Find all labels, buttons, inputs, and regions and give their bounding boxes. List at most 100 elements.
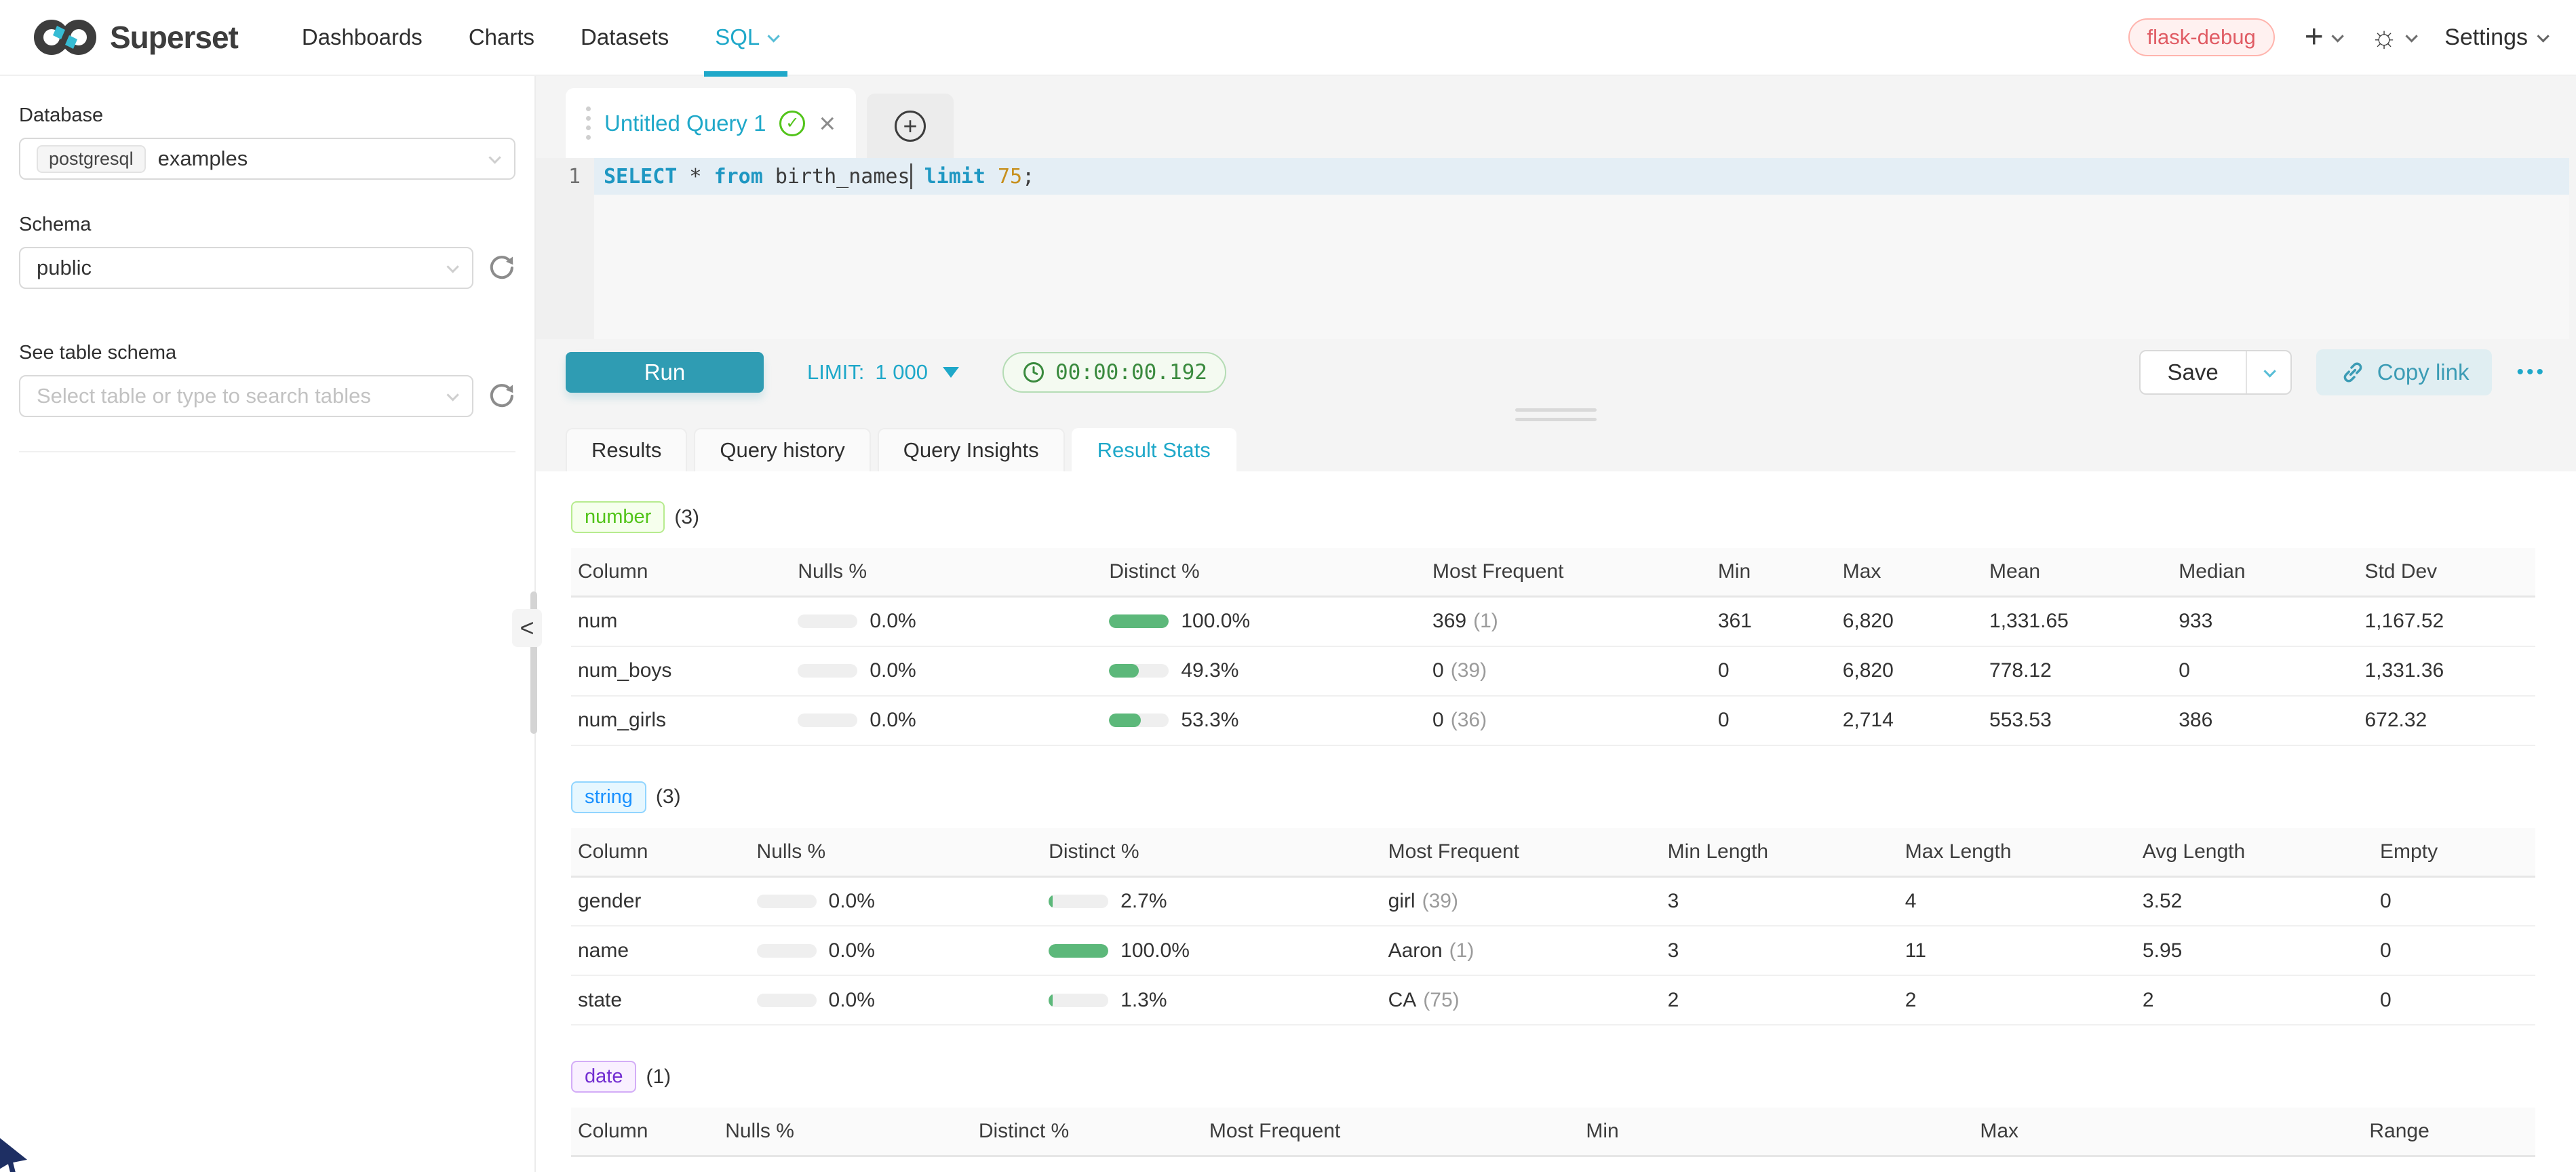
settings-menu[interactable]: Settings bbox=[2444, 24, 2546, 51]
refresh-icon bbox=[486, 381, 515, 411]
column-header-max: Max bbox=[1836, 548, 1983, 597]
chevron-down-icon bbox=[446, 389, 458, 401]
column-header-range: Range bbox=[2362, 1108, 2535, 1156]
tab-result-stats[interactable]: Result Stats bbox=[1072, 428, 1236, 471]
stat-cell: 2 bbox=[1661, 975, 1898, 1025]
run-query-button[interactable]: Run bbox=[566, 352, 764, 393]
collapse-sidebar-button[interactable]: < bbox=[512, 609, 542, 647]
panel-resize-handle[interactable] bbox=[1515, 408, 1597, 421]
chevron-down-icon bbox=[2331, 30, 2343, 42]
chevron-down-icon bbox=[768, 30, 780, 42]
percent-label: 53.3% bbox=[1181, 709, 1238, 732]
query-timer-badge: 00:00:00.192 bbox=[1002, 352, 1226, 393]
editor-gutter bbox=[536, 195, 594, 339]
stats-table-date: ColumnNulls %Distinct %Most FrequentMinM… bbox=[571, 1108, 2535, 1172]
percent-label: 1.3% bbox=[1120, 989, 1167, 1012]
sun-icon: ☼ bbox=[2370, 22, 2398, 52]
nav-item-charts[interactable]: Charts bbox=[446, 0, 558, 75]
percent-label: 0.0% bbox=[870, 709, 916, 732]
table-row: ds0.0%1.3%1965-01-01T00:00:00(75)1965-01… bbox=[571, 1156, 2535, 1172]
stat-cell: ds bbox=[571, 1156, 718, 1172]
sql-token bbox=[912, 165, 924, 189]
type-badge-date: date bbox=[571, 1061, 636, 1093]
sqllab-main-panel: Untitled Query 1 ✓ × + 1 SELECT * from b… bbox=[536, 76, 2576, 1172]
add-query-tab-button[interactable]: + bbox=[867, 94, 954, 158]
database-select[interactable]: postgresql examples bbox=[19, 138, 515, 180]
nav-item-dashboards[interactable]: Dashboards bbox=[279, 0, 446, 75]
copy-link-button[interactable]: Copy link bbox=[2316, 349, 2493, 395]
refresh-schemas-button[interactable] bbox=[486, 253, 515, 283]
column-header-distinct-: Distinct % bbox=[1042, 828, 1381, 877]
percent-label: 0.0% bbox=[797, 1169, 843, 1172]
stat-cell: 3 bbox=[1661, 926, 1898, 975]
stat-cell: 49.3% bbox=[1102, 646, 1426, 696]
stat-cell: state bbox=[571, 975, 750, 1025]
tab-query-insights[interactable]: Query Insights bbox=[878, 428, 1065, 471]
nav-item-datasets[interactable]: Datasets bbox=[558, 0, 692, 75]
percent-label: 0.0% bbox=[829, 890, 875, 913]
query-tab-title: Untitled Query 1 bbox=[604, 111, 766, 136]
sql-editor[interactable]: 1 SELECT * from birth_names limit 75; bbox=[536, 158, 2569, 339]
most-frequent-value: girl bbox=[1388, 890, 1416, 912]
most-frequent-count: (75) bbox=[1423, 989, 1459, 1011]
stat-cell: 778.12 bbox=[1983, 646, 2172, 696]
refresh-tables-button[interactable] bbox=[486, 381, 515, 411]
new-item-button[interactable]: + bbox=[2305, 21, 2341, 54]
query-tab[interactable]: Untitled Query 1 ✓ × bbox=[566, 88, 856, 158]
column-header-most-frequent: Most Frequent bbox=[1382, 828, 1661, 877]
drag-handle-icon[interactable] bbox=[586, 106, 591, 140]
tab-results[interactable]: Results bbox=[566, 428, 687, 471]
nav-item-label: Dashboards bbox=[302, 24, 423, 50]
stat-cell: 0 bbox=[1711, 646, 1836, 696]
sql-code-line[interactable]: SELECT * from birth_names limit 75; bbox=[594, 158, 2569, 195]
nav-item-sql[interactable]: SQL bbox=[692, 0, 800, 75]
more-actions-button[interactable]: ••• bbox=[2516, 361, 2546, 384]
save-options-button[interactable] bbox=[2246, 351, 2290, 393]
most-frequent-value: CA bbox=[1388, 989, 1417, 1011]
timer-value: 00:00:00.192 bbox=[1055, 360, 1207, 385]
stat-cell: 6,820 bbox=[1836, 646, 1983, 696]
stat-cell: CA (75) bbox=[1382, 975, 1661, 1025]
stat-cell: 1,331.36 bbox=[2358, 646, 2535, 696]
limit-dropdown[interactable]: LIMIT: 1 000 bbox=[807, 360, 959, 385]
column-count: (3) bbox=[656, 785, 681, 808]
stat-cell: num_boys bbox=[571, 646, 791, 696]
stat-cell: 0.0% bbox=[750, 975, 1042, 1025]
stat-cell: 5.95 bbox=[2136, 926, 2373, 975]
superset-logo-icon bbox=[30, 16, 100, 58]
percent-bar bbox=[1049, 895, 1108, 908]
save-button[interactable]: Save bbox=[2141, 351, 2246, 393]
schema-value: public bbox=[37, 256, 92, 280]
stat-cell: 1.3% bbox=[972, 1156, 1203, 1172]
stat-cell: 0 bbox=[2373, 975, 2535, 1025]
brand-name: Superset bbox=[110, 19, 238, 56]
most-frequent-value: 0 bbox=[1432, 659, 1444, 682]
theme-toggle-button[interactable]: ☼ bbox=[2370, 22, 2415, 52]
column-header-min: Min bbox=[1711, 548, 1836, 597]
stat-cell: 2.7% bbox=[1042, 876, 1381, 926]
percent-label: 100.0% bbox=[1181, 610, 1250, 633]
stat-cell: 11 bbox=[1898, 926, 2136, 975]
close-tab-icon[interactable]: × bbox=[819, 109, 836, 138]
chevron-left-icon: < bbox=[520, 614, 534, 642]
percent-label: 1.3% bbox=[1051, 1169, 1097, 1172]
stat-cell: 1965-01-01T00:00:00(75) bbox=[1203, 1156, 1580, 1172]
percent-bar bbox=[798, 714, 857, 727]
table-row: num0.0%100.0%369(1)3616,8201,331.659331,… bbox=[571, 597, 2535, 646]
most-frequent-count: (39) bbox=[1422, 890, 1458, 912]
top-navbar: Superset DashboardsChartsDatasetsSQL fla… bbox=[0, 0, 2576, 76]
superset-brand[interactable]: Superset bbox=[30, 16, 238, 58]
stat-cell: 0.0% bbox=[718, 1156, 972, 1172]
stat-cell: 0 bbox=[2373, 926, 2535, 975]
stat-cell: 53.3% bbox=[1102, 696, 1426, 745]
percent-label: 49.3% bbox=[1181, 659, 1238, 682]
stat-cell: 2,714 bbox=[1836, 696, 1983, 745]
chevron-down-icon bbox=[2406, 30, 2418, 42]
stats-table-string: ColumnNulls %Distinct %Most FrequentMin … bbox=[571, 828, 2535, 1026]
nav-item-label: SQL bbox=[715, 24, 760, 50]
table-select[interactable]: Select table or type to search tables bbox=[19, 375, 473, 417]
schema-select[interactable]: public bbox=[19, 247, 473, 289]
column-header-empty: Empty bbox=[2373, 828, 2535, 877]
tab-query-history[interactable]: Query history bbox=[694, 428, 870, 471]
limit-value: 1 000 bbox=[875, 360, 928, 385]
